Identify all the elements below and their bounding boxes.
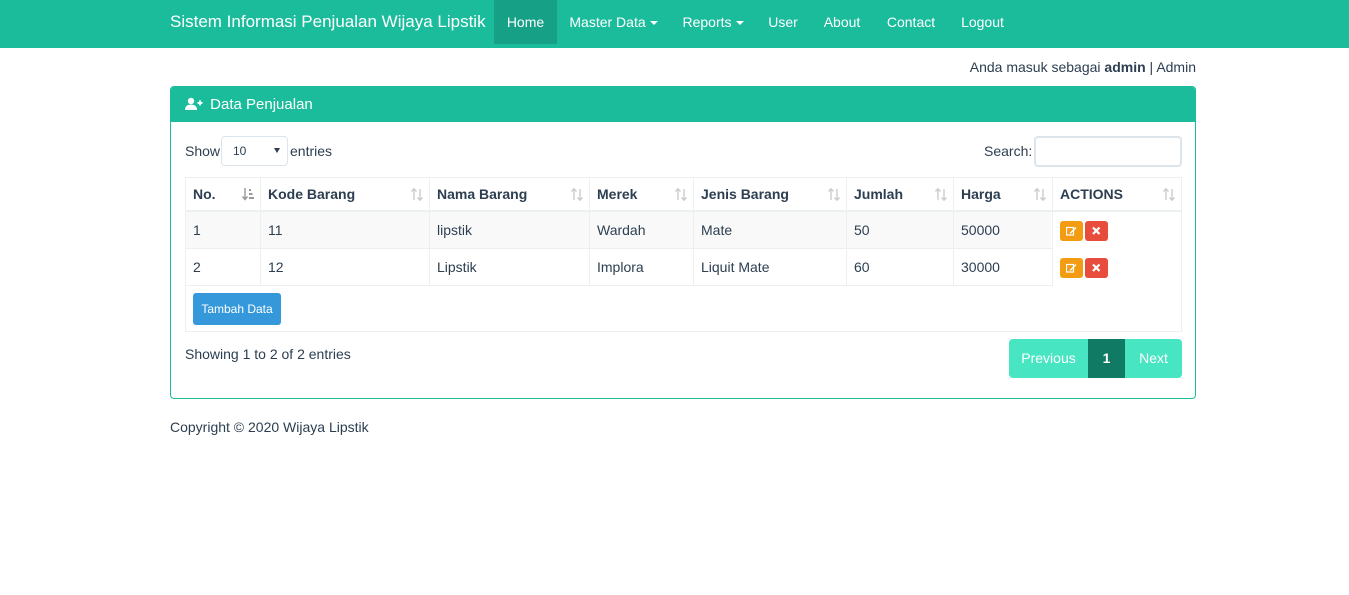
sort-icon (828, 188, 840, 201)
cell-jenis-barang: Liquit Mate (694, 249, 847, 286)
search-input[interactable] (1034, 136, 1182, 167)
nav-contact-label: Contact (886, 14, 936, 30)
column-header-label: Merek (597, 186, 638, 202)
nav-reports[interactable]: Reports (670, 0, 756, 44)
delete-button[interactable] (1085, 258, 1108, 278)
column-header-label: Jenis Barang (701, 186, 789, 202)
table-row: 1 11 lipstik Wardah Mate 50 50000 (186, 212, 1053, 249)
search-label: Search: (984, 143, 1033, 159)
column-header-label: Nama Barang (437, 186, 528, 202)
cell-kode-barang: 12 (261, 249, 430, 286)
app-brand[interactable]: Sistem Informasi Penjualan Wijaya Lipsti… (170, 0, 486, 44)
cell-jumlah: 60 (847, 249, 954, 286)
navbar: Sistem Informasi Penjualan Wijaya Lipsti… (0, 0, 1349, 48)
column-header-label: Kode Barang (268, 186, 356, 202)
table-row: 2 12 Lipstik Implora Liquit Mate 60 3000… (186, 249, 1053, 286)
column-header-no[interactable]: No. (186, 178, 261, 212)
nav-user-label: User (768, 14, 798, 30)
caret-down-icon (649, 21, 658, 26)
sort-icon (1034, 188, 1046, 201)
user-plus-icon (185, 97, 203, 110)
cell-merek: Implora (590, 249, 694, 286)
column-header-jenis-barang[interactable]: Jenis Barang (694, 178, 847, 212)
chevron-down-icon (274, 148, 280, 153)
sort-ascending-icon (242, 188, 254, 201)
cell-harga: 50000 (954, 212, 1053, 249)
sort-icon (1163, 188, 1175, 201)
column-header-harga[interactable]: Harga (954, 178, 1053, 212)
nav-contact[interactable]: Contact (874, 0, 948, 44)
column-header-kode-barang[interactable]: Kode Barang (261, 178, 430, 212)
entries-select[interactable]: 10 (221, 136, 288, 166)
pagination-info: Showing 1 to 2 of 2 entries (185, 346, 351, 362)
cell-kode-barang: 11 (261, 212, 430, 249)
edit-icon (1066, 226, 1077, 236)
edit-button[interactable] (1060, 221, 1083, 241)
cell-no: 2 (186, 249, 261, 286)
nav-master-data-label: Master Data (569, 14, 646, 30)
nav-home[interactable]: Home (494, 0, 557, 44)
previous-page-button[interactable]: Previous (1009, 339, 1088, 378)
panel-heading: Data Penjualan (171, 87, 1195, 122)
nav-user[interactable]: User (756, 0, 810, 44)
nav-home-label: Home (506, 14, 545, 30)
add-data-button[interactable]: Tambah Data (193, 293, 281, 325)
nav-reports-label: Reports (682, 14, 732, 30)
sort-icon (935, 188, 947, 201)
login-status: Anda masuk sebagai admin | Admin (970, 59, 1196, 75)
close-icon (1092, 226, 1101, 235)
sort-icon (411, 188, 423, 201)
sort-icon (675, 188, 687, 201)
entries-label: entries (290, 143, 333, 159)
nav-about-label: About (823, 14, 861, 30)
column-header-label: Harga (961, 186, 1001, 202)
column-header-label: ACTIONS (1060, 186, 1123, 202)
column-header-actions[interactable]: ACTIONS (1053, 178, 1181, 212)
delete-button[interactable] (1085, 221, 1108, 241)
panel-title: Data Penjualan (210, 96, 313, 113)
login-prefix: Anda masuk sebagai (969, 59, 1101, 75)
cell-nama-barang: lipstik (430, 212, 590, 249)
sales-panel: Data Penjualan Show 10 entries Search: N… (170, 86, 1196, 399)
cell-jumlah: 50 (847, 212, 954, 249)
next-page-button[interactable]: Next (1125, 339, 1182, 378)
entries-select-value: 10 (233, 144, 247, 158)
cell-harga: 30000 (954, 249, 1053, 286)
column-header-label: No. (193, 186, 216, 202)
edit-icon (1066, 263, 1077, 273)
column-header-merek[interactable]: Merek (590, 178, 694, 212)
edit-button[interactable] (1060, 258, 1083, 278)
footer-copyright: Copyright © 2020 Wijaya Lipstik (170, 419, 369, 435)
nav-logout-label: Logout (961, 14, 1004, 30)
cell-merek: Wardah (590, 212, 694, 249)
login-separator: | (1149, 59, 1154, 75)
cell-no: 1 (186, 212, 261, 249)
page-button-current[interactable]: 1 (1088, 339, 1125, 378)
login-role: Admin (1156, 59, 1196, 75)
caret-down-icon (735, 21, 744, 26)
column-header-nama-barang[interactable]: Nama Barang (430, 178, 590, 212)
column-header-label: Jumlah (854, 186, 904, 202)
sort-icon (571, 188, 583, 201)
cell-nama-barang: Lipstik (430, 249, 590, 286)
login-user: admin (1104, 59, 1146, 75)
nav-master-data[interactable]: Master Data (557, 0, 670, 44)
column-header-jumlah[interactable]: Jumlah (847, 178, 954, 212)
nav-about[interactable]: About (810, 0, 874, 44)
data-table: No. Kode Barang Nama Barang Merek Jenis … (185, 177, 1182, 332)
close-icon (1092, 263, 1101, 272)
nav-logout[interactable]: Logout (948, 0, 1017, 44)
show-label: Show (185, 143, 221, 159)
cell-jenis-barang: Mate (694, 212, 847, 249)
